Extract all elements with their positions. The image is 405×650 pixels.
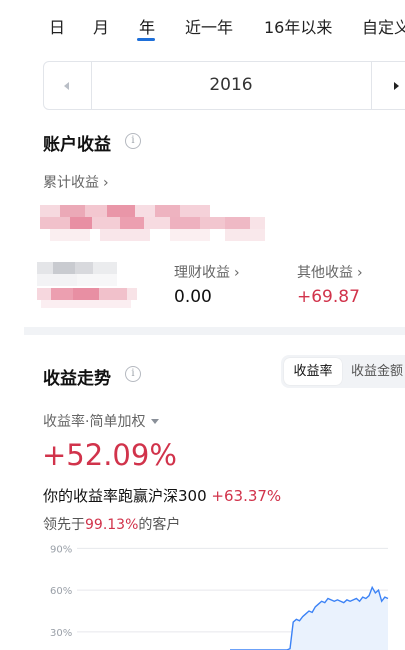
info-icon[interactable]: i xyxy=(125,366,141,382)
account-income-title: 账户收益 xyxy=(43,135,111,155)
peer-ranking: 领先于99.13%的客户 xyxy=(43,514,180,534)
tab-custom[interactable]: 自定义 xyxy=(362,14,405,38)
chevron-left-icon xyxy=(64,82,69,90)
toggle-return-amount[interactable]: 收益金额 xyxy=(351,355,403,388)
other-income-value: +69.87 xyxy=(297,287,360,307)
chevron-right-icon: › xyxy=(234,265,240,281)
other-income-label: 其他收益 xyxy=(297,265,353,281)
chevron-right-icon: › xyxy=(103,175,109,191)
cumulative-income-link[interactable]: 累计收益 › xyxy=(43,172,109,192)
y-tick-label: 30% xyxy=(50,628,72,639)
chart-mode-toggle: 收益率 收益金额 xyxy=(281,355,405,388)
tab-year[interactable]: 年 xyxy=(139,14,155,38)
benchmark-text: 你的收益率跑赢沪深300 xyxy=(43,487,207,505)
previous-year-button[interactable] xyxy=(44,62,92,109)
wealth-income-link[interactable]: 理财收益 › xyxy=(174,262,240,282)
peer-ranking-value: 99.13% xyxy=(85,517,139,533)
tab-month[interactable]: 月 xyxy=(93,14,109,38)
benchmark-value: +63.37% xyxy=(211,487,282,505)
return-rate-value: +52.09% xyxy=(42,438,177,472)
return-trend-chart: 90% 60% 30% xyxy=(50,544,389,650)
chevron-right-icon xyxy=(394,82,399,90)
masked-cumulative-amount xyxy=(40,205,270,241)
income-trend-title: 收益走势 xyxy=(43,369,111,389)
tab-since-2016[interactable]: 16年以来 xyxy=(264,14,332,38)
wealth-income-label: 理财收益 xyxy=(174,265,230,281)
year-selector: 2016 xyxy=(43,61,405,110)
active-tab-indicator xyxy=(137,38,155,41)
metric-selector[interactable]: 收益率·简单加权 xyxy=(43,411,160,431)
metric-label: 收益率·简单加权 xyxy=(43,414,146,430)
caret-down-icon xyxy=(151,419,160,424)
benchmark-comparison: 你的收益率跑赢沪深300 +63.37% xyxy=(43,485,281,506)
toggle-return-rate[interactable]: 收益率 xyxy=(284,358,342,385)
tab-day[interactable]: 日 xyxy=(49,14,65,38)
year-value: 2016 xyxy=(209,75,253,95)
peer-ranking-suffix: 的客户 xyxy=(138,517,181,533)
info-icon[interactable]: i xyxy=(125,133,141,149)
wealth-income-value: 0.00 xyxy=(174,287,212,307)
cumulative-income-label: 累计收益 xyxy=(43,175,99,191)
section-divider xyxy=(24,327,405,335)
next-year-button[interactable] xyxy=(371,62,405,109)
peer-ranking-prefix: 领先于 xyxy=(43,517,85,533)
tab-last-year[interactable]: 近一年 xyxy=(185,14,233,38)
masked-income-detail xyxy=(37,262,137,310)
return-area-fill xyxy=(230,587,388,650)
other-income-link[interactable]: 其他收益 › xyxy=(297,262,363,282)
chevron-right-icon: › xyxy=(357,265,363,281)
y-tick-label: 90% xyxy=(50,544,72,555)
y-tick-label: 60% xyxy=(50,586,72,597)
